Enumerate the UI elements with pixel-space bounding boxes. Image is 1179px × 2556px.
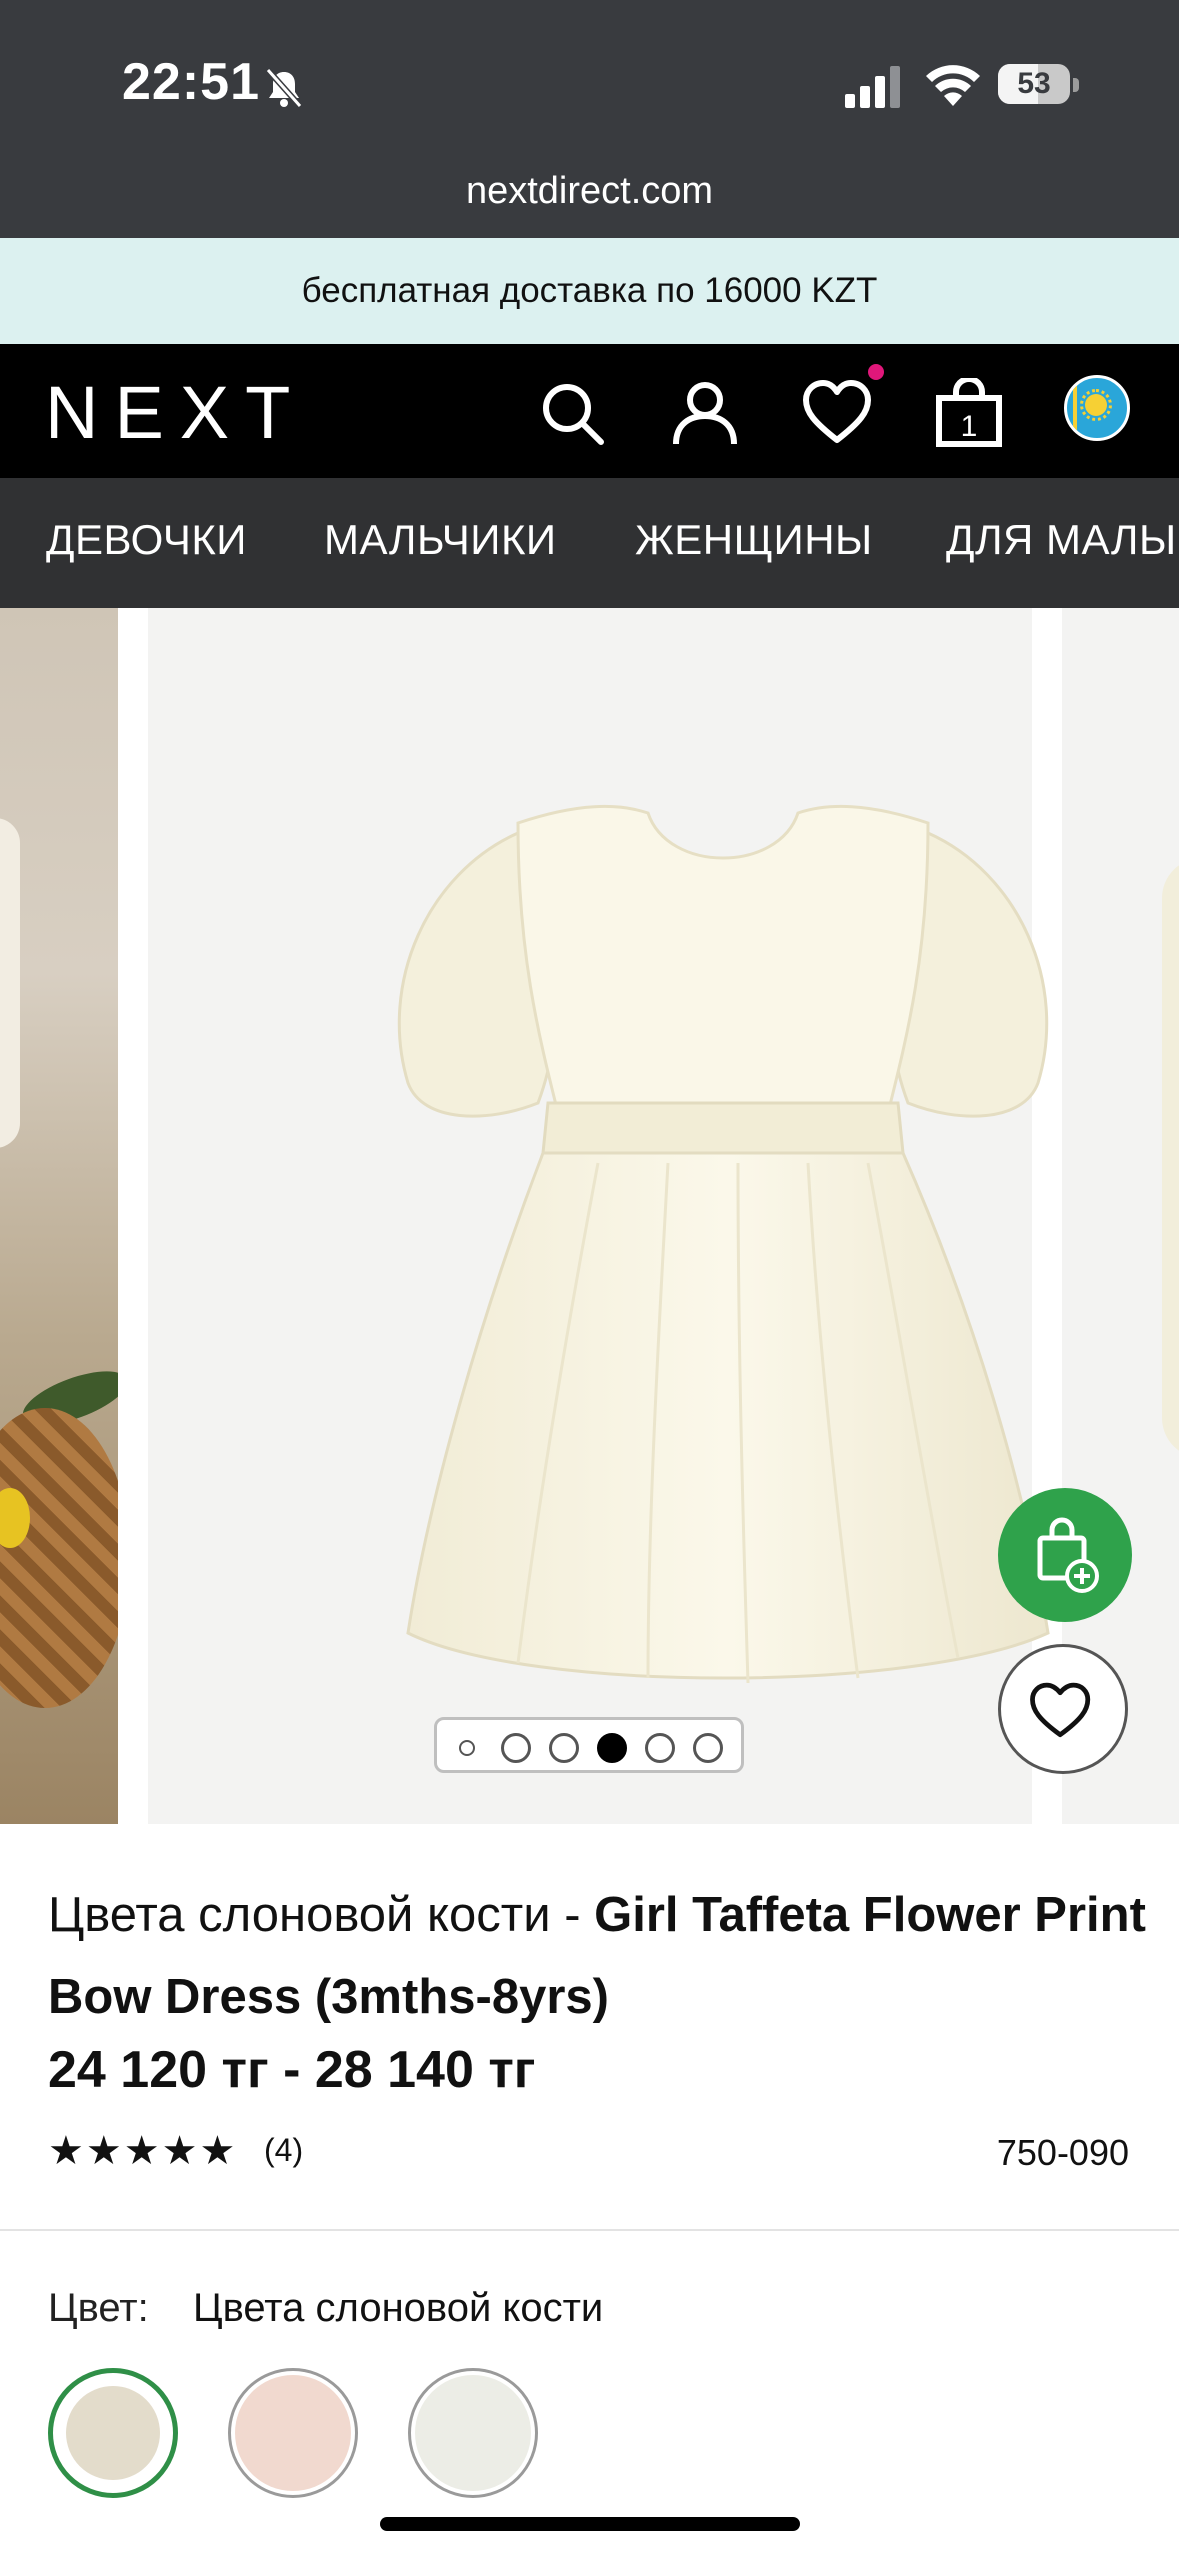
color-swatch-ivory[interactable] xyxy=(48,2368,178,2498)
review-count[interactable]: (4) xyxy=(264,2132,303,2169)
carousel-dot[interactable] xyxy=(549,1733,579,1763)
site-header: NEXT 1 xyxy=(0,344,1179,478)
address-bar-url[interactable]: nextdirect.com xyxy=(0,170,1179,213)
account-icon[interactable] xyxy=(670,378,740,448)
cell-signal-icon xyxy=(845,66,901,108)
product-color-prefix: Цвета слоновой кости - xyxy=(48,1888,595,1942)
color-swatch-white[interactable] xyxy=(408,2368,538,2498)
home-indicator[interactable] xyxy=(380,2517,800,2531)
carousel-dot[interactable] xyxy=(501,1733,531,1763)
product-sku: 750-090 xyxy=(996,2132,1129,2173)
color-label: Цвет: xyxy=(48,2286,149,2330)
carousel-dot[interactable] xyxy=(459,1740,475,1756)
wifi-icon xyxy=(924,62,982,108)
color-swatch-pink[interactable] xyxy=(228,2368,358,2498)
kazakhstan-flag-icon[interactable] xyxy=(1064,375,1130,441)
previous-product-image[interactable] xyxy=(0,608,118,1824)
product-image-main[interactable] xyxy=(148,608,1050,1824)
status-time: 22:51 xyxy=(122,53,260,111)
search-icon[interactable] xyxy=(537,378,607,448)
wishlist-badge-dot xyxy=(868,364,884,380)
add-to-favourites-button[interactable] xyxy=(998,1644,1128,1774)
next-logo[interactable]: NEXT xyxy=(45,376,306,450)
carousel-dot-active[interactable] xyxy=(597,1733,627,1763)
next-product-image[interactable] xyxy=(1062,608,1179,1824)
category-nav: ДЕВОЧКИ МАЛЬЧИКИ ЖЕНЩИНЫ ДЛЯ МАЛЫ xyxy=(0,478,1179,608)
bell-off-icon xyxy=(262,66,306,110)
promo-banner[interactable]: бесплатная доставка по 16000 KZT xyxy=(0,238,1179,344)
battery-level: 53 xyxy=(1017,67,1051,100)
nav-item-baby[interactable]: ДЛЯ МАЛЫ xyxy=(946,516,1177,564)
shopping-bag-icon[interactable]: 1 xyxy=(934,376,1004,448)
status-bar: 22:51 53 nextdirect.com xyxy=(0,0,1179,238)
dress-image xyxy=(397,804,1050,1684)
carousel-dot[interactable] xyxy=(693,1733,723,1763)
carousel-dot[interactable] xyxy=(645,1733,675,1763)
rating-stars[interactable]: ★★★★★ xyxy=(48,2128,237,2174)
divider xyxy=(0,2229,1179,2231)
add-to-bag-button[interactable] xyxy=(998,1488,1132,1622)
nav-item-girls[interactable]: ДЕВОЧКИ xyxy=(46,516,247,564)
heart-icon xyxy=(1030,1682,1091,1738)
carousel-pagination[interactable] xyxy=(434,1717,744,1773)
product-image-carousel[interactable] xyxy=(0,608,1179,1824)
add-to-bag-icon xyxy=(1037,1517,1099,1593)
battery-icon: 53 xyxy=(998,62,1080,108)
product-price: 24 120 тг - 28 140 тг xyxy=(48,2041,536,2099)
promo-text: бесплатная доставка по 16000 KZT xyxy=(301,271,878,310)
bag-count: 1 xyxy=(961,410,978,443)
product-title: Цвета слоновой кости - Girl Taffeta Flow… xyxy=(48,1874,1148,2038)
selected-color-name: Цвета слоновой кости xyxy=(193,2286,604,2330)
nav-item-women[interactable]: ЖЕНЩИНЫ xyxy=(635,516,873,564)
nav-item-boys[interactable]: МАЛЬЧИКИ xyxy=(324,516,557,564)
wishlist-icon[interactable] xyxy=(802,378,872,448)
